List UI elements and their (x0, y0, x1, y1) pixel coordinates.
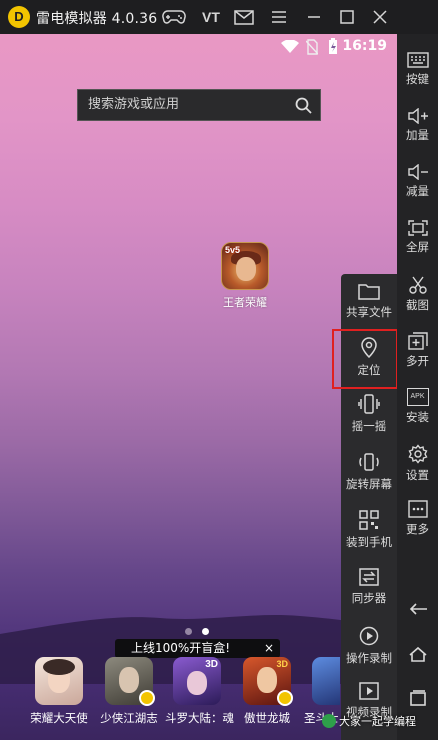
desktop-app-honor-of-kings[interactable]: 5v5 王者荣耀 (217, 242, 273, 310)
recent-apps-icon (409, 690, 426, 706)
close-icon[interactable] (368, 5, 392, 29)
rotate-screen-icon (359, 453, 379, 471)
android-status-bar: 16:19 (0, 34, 397, 60)
float-item-label: 装到手机 (346, 535, 392, 549)
fullscreen-button[interactable]: 全屏 (397, 220, 438, 276)
volume-down-button[interactable]: 减量 (397, 164, 438, 220)
folder-icon (358, 284, 380, 300)
douluo-app-icon[interactable]: 3D (173, 657, 221, 705)
toolbar-item-label: 设置 (406, 468, 429, 482)
battery-charging-icon (329, 38, 337, 54)
app-logo-icon: D (8, 6, 30, 28)
maximize-icon[interactable] (335, 5, 359, 29)
toolbar-item-label: 截图 (406, 298, 429, 312)
toolbar-item-label: 更多 (406, 522, 429, 536)
install-apk-button[interactable]: APK 安装 (397, 388, 438, 444)
fullscreen-icon (407, 220, 428, 236)
search-bar[interactable]: 搜索游戏或应用 (77, 89, 321, 121)
gear-icon (408, 444, 427, 464)
search-icon[interactable] (295, 97, 312, 114)
qr-code-icon (359, 510, 379, 530)
synchronizer-button[interactable]: 同步器 (341, 568, 397, 626)
volume-down-icon (407, 164, 428, 180)
video-record-icon (359, 682, 379, 700)
settings-button[interactable]: 设置 (397, 444, 438, 500)
toolbar-item-label: 加量 (406, 128, 429, 142)
gamepad-icon[interactable] (160, 5, 188, 29)
honor-of-kings-app-icon[interactable]: 5v5 (221, 242, 269, 290)
apk-install-icon: APK (406, 388, 429, 406)
dock-app-label: 斗罗大陆：魂 (165, 711, 234, 725)
watermark: 大家一起学编程 (322, 710, 416, 732)
watermark-text: 大家一起学编程 (339, 715, 416, 728)
dock-app-3[interactable]: 3D 斗罗大陆：魂 (165, 657, 234, 726)
multi-instance-button[interactable]: 多开 (397, 332, 438, 388)
back-arrow-icon (409, 603, 427, 615)
title-bar: D 雷电模拟器 4.0.36 VT (0, 0, 438, 34)
macro-record-button[interactable]: 操作录制 (341, 626, 397, 684)
desktop-app-label: 王者荣耀 (223, 296, 267, 309)
toolbar-item-label: 多开 (406, 354, 429, 368)
float-item-label: 旋转屏幕 (346, 477, 392, 491)
record-icon (359, 626, 379, 646)
more-icon (407, 500, 428, 518)
back-button[interactable] (397, 602, 438, 628)
more-button[interactable]: 更多 (397, 500, 438, 556)
page-dot-active[interactable] (202, 628, 209, 635)
keyboard-icon (406, 52, 429, 68)
download-badge-icon (277, 690, 293, 706)
float-item-label: 同步器 (351, 591, 387, 605)
angel-app-icon[interactable] (35, 657, 83, 705)
no-sim-icon (306, 39, 318, 55)
vt-button[interactable]: VT (198, 5, 224, 29)
toolbar-item-label: 安装 (406, 410, 429, 424)
menu-icon[interactable] (267, 5, 291, 29)
toolbar-item-label: 按键 (406, 72, 429, 86)
screenshot-button[interactable]: 截图 (397, 276, 438, 332)
dock-app-label: 傲世龙城 (244, 711, 290, 725)
dock-app-2[interactable]: 少侠江湖志 (97, 657, 161, 726)
status-time: 16:19 (342, 38, 387, 54)
shake-phone-icon (358, 394, 380, 414)
float-item-label: 操作录制 (346, 651, 392, 665)
minimize-icon[interactable] (302, 5, 326, 29)
saint-seiya-app-icon[interactable] (312, 657, 340, 705)
volume-up-button[interactable]: 加量 (397, 108, 438, 164)
window-title: 雷电模拟器 4.0.36 (36, 11, 158, 27)
page-indicator (185, 628, 209, 635)
dock-app-label: 荣耀大天使 (30, 711, 88, 725)
install-to-phone-button[interactable]: 装到手机 (341, 510, 397, 568)
right-toolbar: 按键 加量 减量 全屏 截图 多开 APK 安装 设置 更多 (397, 34, 438, 740)
multi-instance-icon (407, 332, 428, 350)
location-highlight-box (332, 329, 398, 389)
keymap-button[interactable]: 按键 (397, 52, 438, 108)
dock-app-label: 少侠江湖志 (100, 711, 158, 725)
dock-app-1[interactable]: 荣耀大天使 (27, 657, 91, 726)
download-badge-icon (139, 690, 155, 706)
volume-up-icon (407, 108, 428, 124)
toolbar-item-label: 减量 (406, 184, 429, 198)
home-button[interactable] (397, 646, 438, 672)
dock-app-4[interactable]: 3D 傲世龙城 (235, 657, 299, 726)
mail-icon[interactable] (232, 5, 256, 29)
scissors-icon (408, 276, 427, 294)
search-placeholder: 搜索游戏或应用 (88, 97, 180, 112)
shake-button[interactable]: 摇一摇 (341, 394, 397, 452)
home-icon (408, 646, 427, 662)
float-item-label: 摇一摇 (351, 419, 387, 433)
wechat-logo-icon (322, 714, 336, 728)
toolbar-item-label: 全屏 (406, 240, 429, 254)
wifi-icon (281, 40, 299, 53)
page-dot[interactable] (185, 628, 192, 635)
rotate-screen-button[interactable]: 旋转屏幕 (341, 452, 397, 510)
float-item-label: 共享文件 (346, 305, 392, 319)
sync-icon (359, 568, 379, 586)
